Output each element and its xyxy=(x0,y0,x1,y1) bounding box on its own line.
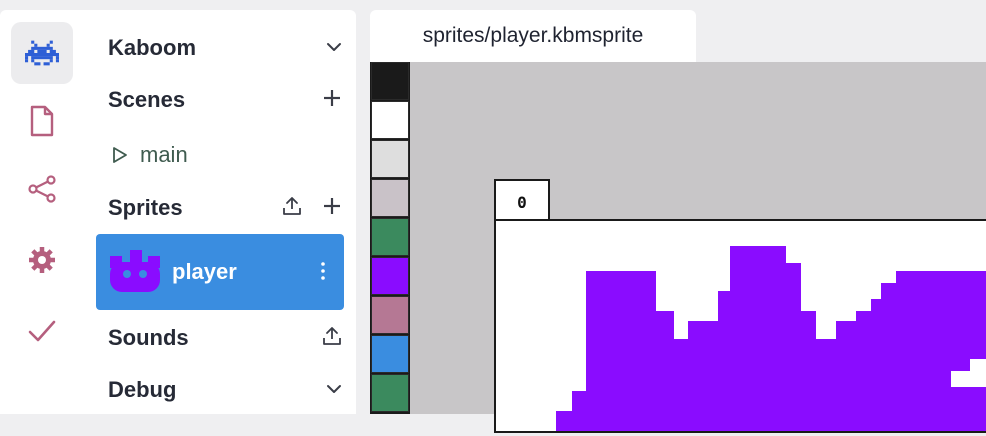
explorer-panel: Kaboom Scenes main Sprites player Sounds… xyxy=(82,10,356,414)
sprites-title: Sprites xyxy=(108,195,183,220)
palette-swatch[interactable] xyxy=(371,257,409,295)
palette-swatch[interactable] xyxy=(371,296,409,334)
check-button[interactable] xyxy=(11,300,73,362)
chevron-down-icon[interactable] xyxy=(326,381,342,399)
sprites-header: Sprites xyxy=(108,188,342,228)
palette-swatch[interactable] xyxy=(371,218,409,256)
palette-swatch[interactable] xyxy=(371,374,409,412)
more-vertical-icon xyxy=(321,262,325,280)
plus-icon xyxy=(324,197,340,214)
scenes-title: Scenes xyxy=(108,87,186,112)
color-palette xyxy=(370,62,410,414)
game-icon xyxy=(25,40,59,66)
share-icon xyxy=(28,175,56,203)
sprite-pixels xyxy=(556,246,986,431)
debug-header[interactable]: Debug xyxy=(108,370,342,410)
upload-icon xyxy=(323,326,341,345)
settings-button[interactable] xyxy=(11,229,73,291)
tab-label: sprites/player.kbmsprite xyxy=(422,24,644,47)
game-button[interactable] xyxy=(11,22,73,84)
plus-icon xyxy=(324,89,340,106)
project-title: Kaboom xyxy=(108,35,196,60)
file-icon xyxy=(30,105,54,137)
palette-swatch[interactable] xyxy=(371,140,409,178)
sounds-header: Sounds xyxy=(108,318,342,358)
activity-bar xyxy=(0,10,82,414)
upload-sprite-button[interactable] xyxy=(282,196,302,221)
sprite-thumbnail xyxy=(110,250,160,292)
editor-tab-strip: sprites/player.kbmsprite xyxy=(370,10,986,62)
gear-icon xyxy=(29,247,55,273)
play-icon xyxy=(113,147,127,163)
palette-swatch[interactable] xyxy=(371,335,409,373)
scene-label: main xyxy=(140,142,188,167)
check-icon xyxy=(28,320,56,342)
files-button[interactable] xyxy=(11,90,73,152)
chevron-down-icon[interactable] xyxy=(326,39,342,57)
sprite-menu-button[interactable] xyxy=(320,261,326,286)
frame-label: 0 xyxy=(517,192,527,212)
upload-sound-button[interactable] xyxy=(322,326,342,351)
sounds-title: Sounds xyxy=(108,325,189,350)
sprite-item-player[interactable]: player xyxy=(96,234,344,310)
tab-player-sprite[interactable]: sprites/player.kbmsprite xyxy=(370,10,696,62)
sprite-label: player xyxy=(172,259,237,284)
add-sprite-button[interactable] xyxy=(322,196,342,221)
frame-tab[interactable]: 0 xyxy=(494,179,550,223)
palette-swatch[interactable] xyxy=(371,179,409,217)
upload-icon xyxy=(283,196,301,215)
scenes-header: Scenes xyxy=(108,80,342,120)
project-header[interactable]: Kaboom xyxy=(108,28,342,68)
add-scene-button[interactable] xyxy=(322,88,342,113)
sprite-editor: 0 xyxy=(370,62,986,433)
share-button[interactable] xyxy=(11,158,73,220)
scene-item-main[interactable]: main xyxy=(112,138,188,172)
palette-swatch[interactable] xyxy=(371,101,409,139)
debug-title: Debug xyxy=(108,377,177,402)
pixel-canvas[interactable] xyxy=(494,219,986,433)
palette-swatch[interactable] xyxy=(371,62,409,100)
